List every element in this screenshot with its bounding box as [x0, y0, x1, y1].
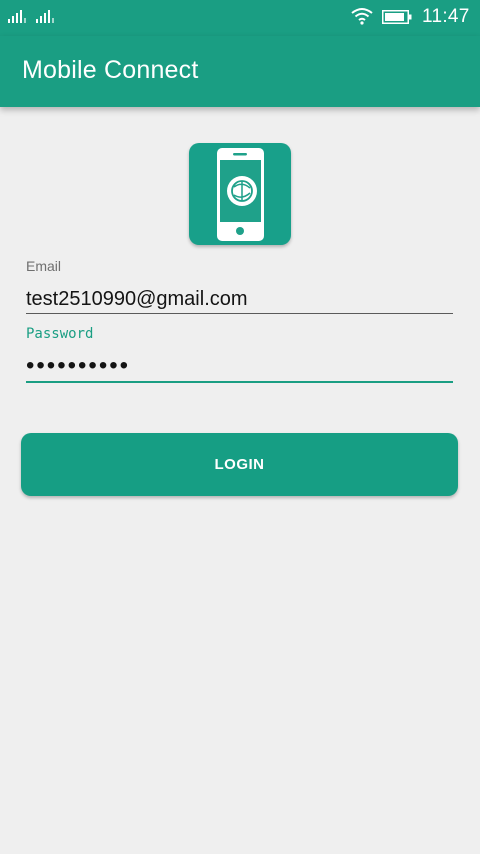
- battery-icon: [382, 10, 412, 24]
- login-button[interactable]: LOGIN: [21, 433, 458, 496]
- phone-icon: [217, 148, 264, 241]
- status-time: 11:47: [422, 6, 470, 27]
- app-bar: Mobile Connect: [0, 36, 480, 107]
- app-logo: [189, 143, 291, 245]
- email-field[interactable]: [26, 285, 453, 314]
- password-label: Password: [26, 326, 94, 342]
- email-label: Email: [26, 258, 62, 274]
- wifi-icon: [351, 8, 373, 25]
- signal-icon: [8, 9, 26, 23]
- password-field[interactable]: [26, 351, 453, 383]
- status-bar: 11:47: [0, 0, 480, 36]
- app-title: Mobile Connect: [22, 56, 199, 84]
- signal-icon: [36, 9, 54, 23]
